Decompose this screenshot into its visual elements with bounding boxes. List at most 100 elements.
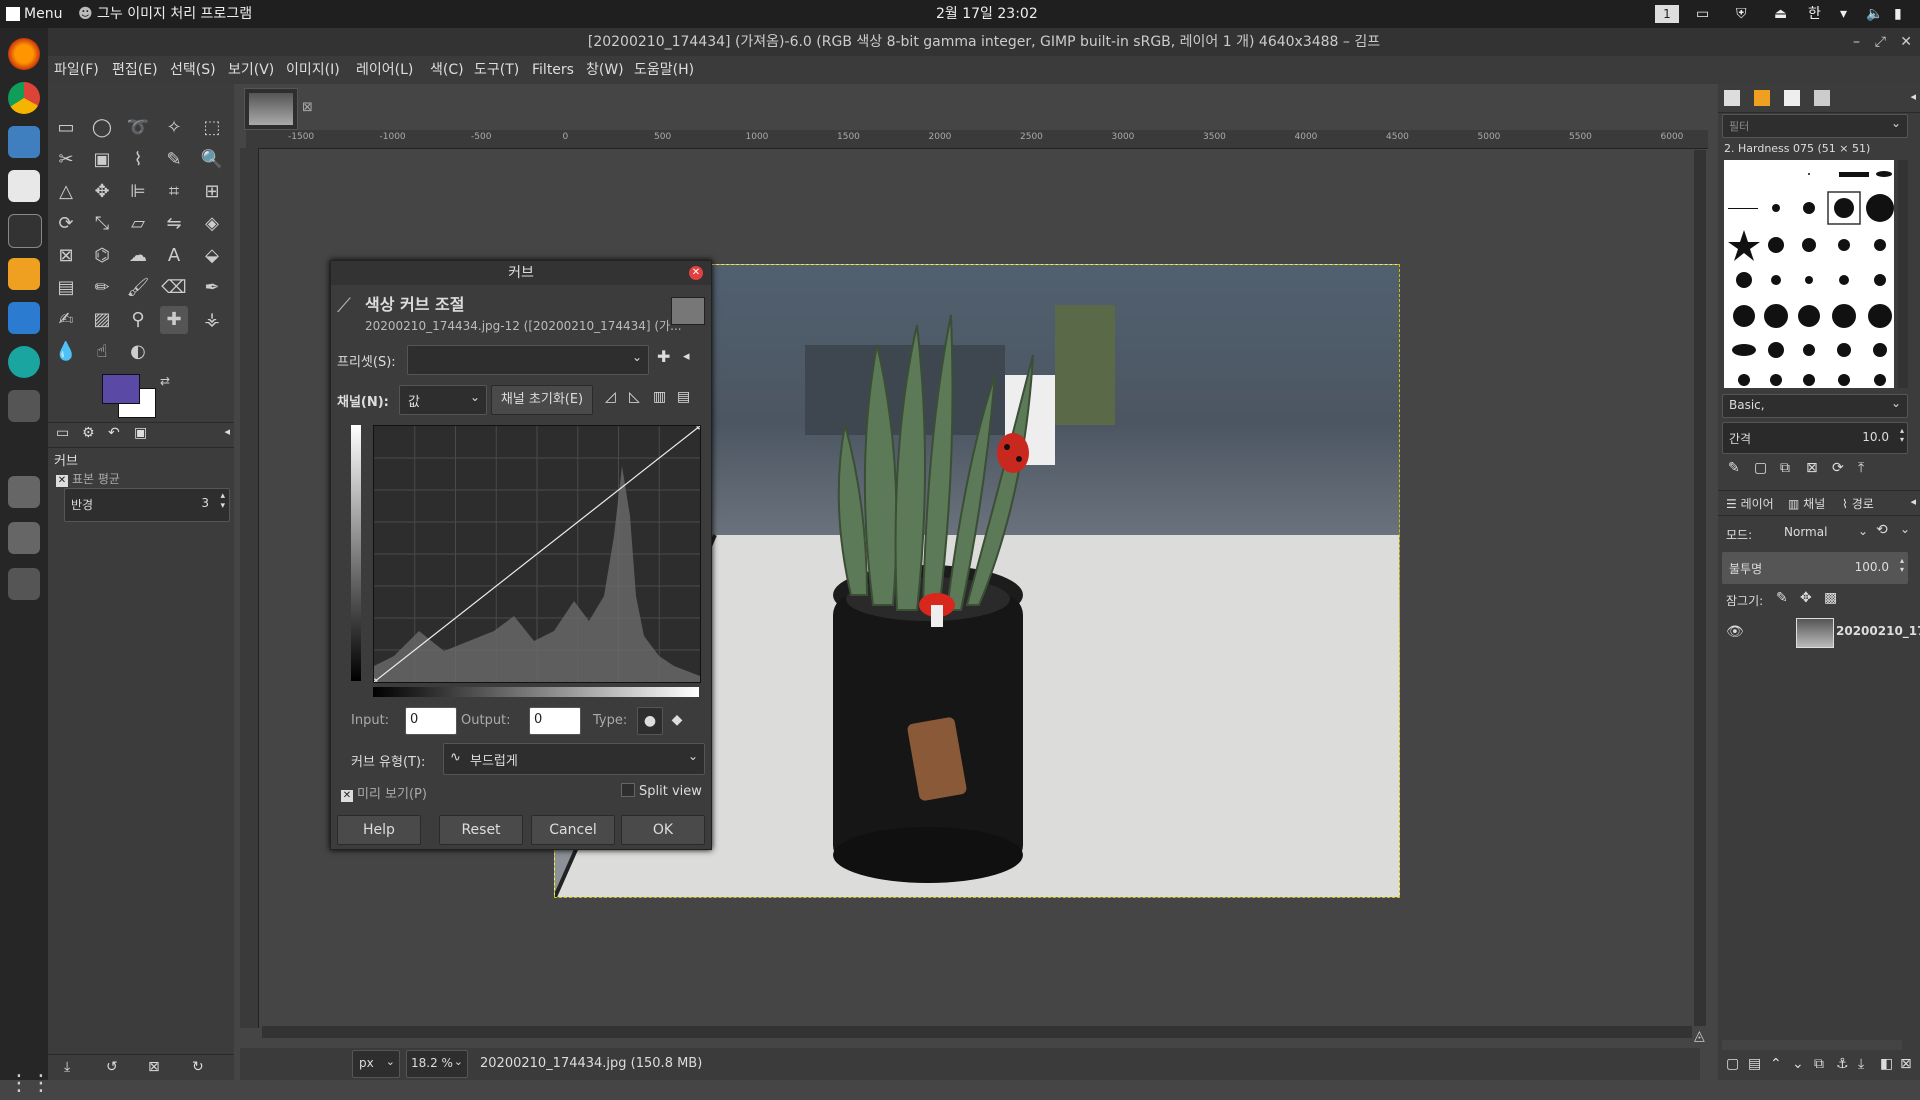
- layer-mask-icon[interactable]: ◧: [1880, 1056, 1893, 1072]
- trash-icon[interactable]: [8, 568, 40, 600]
- layers-scrollbar[interactable]: [1722, 1040, 1902, 1050]
- unit-combo[interactable]: px ⌄: [352, 1050, 400, 1078]
- gradient-icon[interactable]: ▤: [52, 274, 80, 302]
- wifi-icon[interactable]: ▾: [1840, 0, 1847, 28]
- chrome-icon[interactable]: [8, 82, 40, 114]
- lock-position-icon[interactable]: ✥: [1800, 590, 1812, 606]
- files-icon[interactable]: [8, 126, 40, 158]
- foreground-select-icon[interactable]: ▣: [88, 146, 116, 174]
- battery-icon[interactable]: ▮: [1894, 0, 1902, 28]
- close-image-tab-icon[interactable]: ⊠: [302, 100, 313, 115]
- smooth-point-button[interactable]: ●: [637, 707, 663, 735]
- lock-pixels-icon[interactable]: ✎: [1776, 590, 1788, 606]
- swap-colors-icon[interactable]: ⇄: [160, 374, 170, 388]
- anchor-layer-icon[interactable]: ⚓: [1836, 1056, 1849, 1072]
- reset-button[interactable]: Reset: [439, 815, 523, 845]
- ime-indicator[interactable]: 한: [1808, 0, 1821, 28]
- help-button[interactable]: Help: [337, 815, 421, 845]
- close-icon[interactable]: ✕: [1900, 28, 1912, 56]
- opacity-slider[interactable]: 불투명 100.0 ▴ ▾: [1722, 552, 1908, 584]
- firefox-icon[interactable]: [8, 38, 40, 70]
- fuzzy-select-icon[interactable]: ✧: [160, 114, 188, 142]
- new-brush-icon[interactable]: ▢: [1754, 460, 1767, 476]
- curve-graph[interactable]: [370, 422, 704, 686]
- layer-row[interactable]: 👁 20200210_17...: [1718, 614, 1920, 652]
- shield-icon[interactable]: ⛨: [1736, 0, 1747, 28]
- menu-view[interactable]: 보기(V): [228, 56, 274, 84]
- pencil-icon[interactable]: ✏: [88, 274, 116, 302]
- workspace-indicator[interactable]: 1: [1655, 5, 1679, 23]
- shear-icon[interactable]: ▱: [124, 210, 152, 238]
- input-field[interactable]: 0: [405, 707, 457, 735]
- delete-brush-icon[interactable]: ⊠: [1806, 460, 1818, 476]
- color-picker-icon[interactable]: ✎: [160, 146, 188, 174]
- image-tab[interactable]: [244, 88, 298, 130]
- delete-layer-icon[interactable]: ⊠: [1900, 1056, 1912, 1072]
- spinner-arrows-icon[interactable]: ▴ ▾: [1900, 556, 1904, 574]
- smudge-tool-icon[interactable]: ☝: [88, 338, 116, 366]
- menu-button[interactable]: Menu: [6, 0, 62, 28]
- split-view-checkbox[interactable]: Split view: [621, 783, 702, 799]
- curve-type-combo[interactable]: ∿ 부드럽게 ⌄: [443, 743, 705, 775]
- tab-menu-icon[interactable]: ◂: [224, 425, 230, 438]
- brush-grid[interactable]: [1724, 160, 1894, 388]
- preset-menu-icon[interactable]: ◂: [683, 349, 690, 364]
- foreground-select-icon[interactable]: ⬚: [198, 114, 226, 142]
- tab-menu-icon[interactable]: ◂: [1910, 495, 1916, 508]
- scissors-icon[interactable]: ✂: [52, 146, 80, 174]
- delete-preset-icon[interactable]: ⊠: [148, 1059, 160, 1075]
- airbrush-icon[interactable]: ✒: [198, 274, 226, 302]
- corner-point-button[interactable]: ◆: [665, 707, 689, 733]
- horizontal-ruler[interactable]: -1500 -1000 -500 0 500 1000 1500 2000 2500 3000 35…: [246, 130, 1708, 149]
- tab-paths[interactable]: ⌇ 경로: [1842, 495, 1874, 512]
- mode-combo[interactable]: Normal ⌄: [1778, 520, 1870, 546]
- dialog-close-icon[interactable]: ✕: [689, 266, 703, 280]
- brushes-tab-icon[interactable]: [1724, 90, 1740, 106]
- new-layer-icon[interactable]: ▢: [1726, 1056, 1739, 1072]
- eye-icon[interactable]: 👁: [1726, 624, 1744, 640]
- duplicate-layer-icon[interactable]: ⧉: [1814, 1056, 1824, 1072]
- bucket-fill-icon[interactable]: ⬙: [198, 242, 226, 270]
- cage-icon[interactable]: ⌬: [88, 242, 116, 270]
- perspective-icon[interactable]: ◈: [198, 210, 226, 238]
- reset-icon[interactable]: ↻: [192, 1059, 204, 1075]
- fonts-tab-icon[interactable]: [1784, 90, 1800, 106]
- crop-icon[interactable]: ⌗: [160, 178, 188, 206]
- chevron-down-icon[interactable]: ⌄: [1900, 522, 1910, 536]
- brush-filter-input[interactable]: 필터 ⌄: [1722, 114, 1908, 138]
- gimp-dock-icon[interactable]: [8, 390, 40, 422]
- maximize-icon[interactable]: ⤢: [1875, 28, 1886, 56]
- dialog-titlebar[interactable]: 커브 ✕: [331, 261, 711, 285]
- lock-alpha-icon[interactable]: ▩: [1824, 590, 1837, 606]
- refresh-brushes-icon[interactable]: ⟳: [1832, 460, 1844, 476]
- edit-brush-icon[interactable]: ✎: [1728, 460, 1740, 476]
- menu-select[interactable]: 선택(S): [170, 56, 216, 84]
- horizontal-scrollbar[interactable]: [262, 1026, 1692, 1038]
- ok-button[interactable]: OK: [621, 815, 705, 845]
- menu-file[interactable]: 파일(F): [54, 56, 99, 84]
- disk-icon[interactable]: [8, 476, 40, 508]
- tab-menu-icon[interactable]: ◂: [1910, 90, 1916, 103]
- ink-icon[interactable]: ✍: [52, 306, 80, 334]
- menu-tools[interactable]: 도구(T): [474, 56, 519, 84]
- patterns-tab-icon[interactable]: [1754, 90, 1770, 106]
- brush-as-image-icon[interactable]: ⤒: [1858, 460, 1864, 476]
- vertical-ruler[interactable]: [240, 148, 259, 1028]
- smudge-icon[interactable]: ☁: [124, 242, 152, 270]
- terminal-icon[interactable]: [8, 214, 42, 248]
- warp-icon[interactable]: ⊠: [52, 242, 80, 270]
- raise-layer-icon[interactable]: ⌃: [1770, 1056, 1782, 1072]
- rotate-icon[interactable]: ⟳: [52, 210, 80, 238]
- messenger-icon[interactable]: [8, 302, 40, 334]
- zoom-icon[interactable]: 🔍: [198, 146, 226, 174]
- align-icon[interactable]: ⊫: [124, 178, 152, 206]
- log-histogram-icon[interactable]: ◺: [629, 389, 640, 405]
- app-icon[interactable]: [8, 346, 40, 378]
- clone-icon[interactable]: ⚲: [124, 306, 152, 334]
- add-preset-icon[interactable]: ✚: [657, 347, 670, 366]
- zoom-combo[interactable]: 18.2 % ⌄: [406, 1050, 468, 1078]
- clock[interactable]: 2월 17일 23:02: [936, 0, 1038, 28]
- histogram-view-icon[interactable]: ▥: [653, 389, 666, 405]
- menu-edit[interactable]: 편집(E): [112, 56, 158, 84]
- device-status-icon[interactable]: ⚙: [82, 425, 95, 441]
